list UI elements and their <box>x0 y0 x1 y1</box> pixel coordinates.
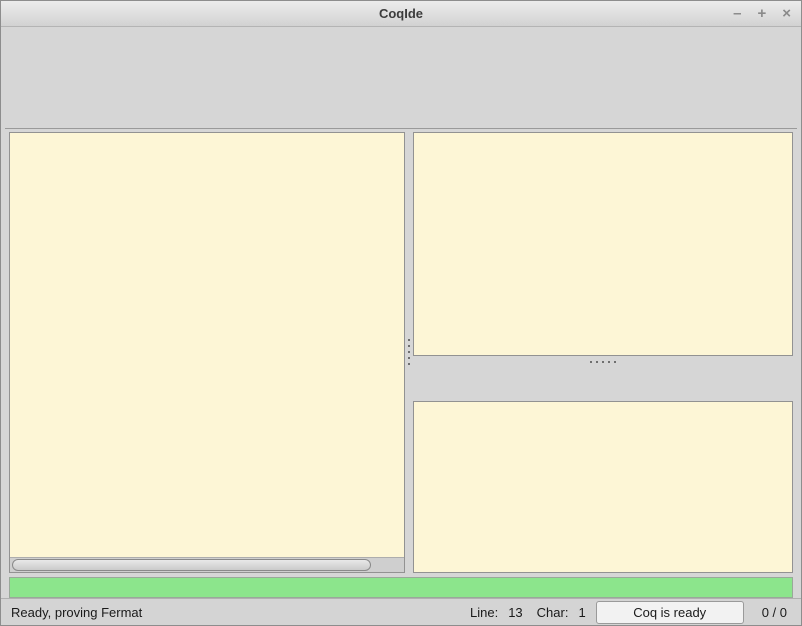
messages-notebook <box>413 368 793 573</box>
horizontal-splitter[interactable] <box>413 356 793 368</box>
scrollbar-thumb[interactable] <box>12 559 371 571</box>
progress-bar <box>9 577 793 598</box>
close-icon[interactable]: × <box>782 1 791 27</box>
line-label: Line: <box>470 605 498 620</box>
script-editor[interactable] <box>10 133 404 557</box>
messages-content[interactable] <box>413 401 793 573</box>
char-label: Char: <box>537 605 569 620</box>
coq-state-indicator: Coq is ready <box>596 601 744 624</box>
coqide-window: CoqIde – + × Ready, proving F <box>0 0 802 626</box>
worker-counter: 0 / 0 <box>762 605 787 620</box>
status-bar: Ready, proving Fermat Line: 13 Char: 1 C… <box>1 598 801 625</box>
vertical-splitter[interactable] <box>405 131 413 573</box>
minimize-icon[interactable]: – <box>733 1 741 27</box>
window-title: CoqIde <box>1 6 801 21</box>
title-bar[interactable]: CoqIde – + × <box>1 1 801 27</box>
goals-pane[interactable] <box>413 132 793 356</box>
status-text: Ready, proving Fermat <box>11 605 142 620</box>
line-value: 13 <box>508 605 522 620</box>
maximize-icon[interactable]: + <box>757 1 766 27</box>
script-pane <box>9 132 405 573</box>
horizontal-scrollbar[interactable] <box>10 557 404 572</box>
char-value: 1 <box>578 605 585 620</box>
menu-bar <box>1 27 801 51</box>
toolbar <box>1 51 801 93</box>
document-tabstrip <box>5 95 797 129</box>
messages-tabstrip <box>413 368 793 401</box>
main-area <box>1 129 801 575</box>
